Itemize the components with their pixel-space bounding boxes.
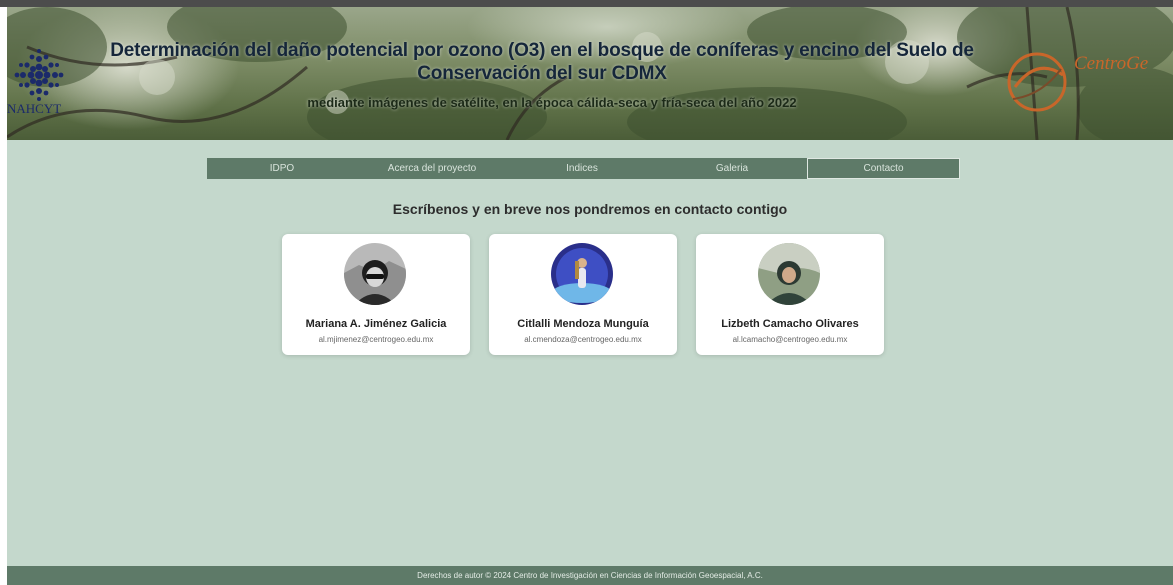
page: NAHCYT Determinación del daño potencial … <box>7 7 1173 585</box>
conahcyt-logo-text: NAHCYT <box>7 101 62 116</box>
contact-heading: Escríbenos y en breve nos pondremos en c… <box>392 201 788 217</box>
page-title: Determinación del daño potencial por ozo… <box>110 40 974 84</box>
avatar <box>344 243 406 305</box>
centrogeo-logo-text: CentroGe <box>1074 53 1149 74</box>
contact-card: Mariana A. Jiménez Galicia al.mjimenez@c… <box>282 234 470 355</box>
nav-item-galeria[interactable]: Galeria <box>657 158 807 179</box>
contact-card: Lizbeth Camacho Olivares al.lcamacho@cen… <box>696 234 884 355</box>
contact-email[interactable]: al.mjimenez@centrogeo.edu.mx <box>282 335 470 344</box>
header-banner: NAHCYT Determinación del daño potencial … <box>7 7 1173 140</box>
contact-email[interactable]: al.cmendoza@centrogeo.edu.mx <box>489 335 677 344</box>
copyright-text: Derechos de autor © 2024 Centro de Inves… <box>417 571 763 580</box>
page-subtitle: mediante imágenes de satélite, en la épo… <box>307 95 797 110</box>
contact-cards: Mariana A. Jiménez Galicia al.mjimenez@c… <box>282 234 902 356</box>
avatar <box>758 243 820 305</box>
nav-item-indices[interactable]: Indices <box>507 158 657 179</box>
contact-name: Lizbeth Camacho Olivares <box>721 318 859 330</box>
contact-name: Mariana A. Jiménez Galicia <box>305 318 447 330</box>
nav-item-contacto[interactable]: Contacto <box>807 158 960 179</box>
nav-item-acerca[interactable]: Acerca del proyecto <box>357 158 507 179</box>
contact-name: Citlalli Mendoza Munguía <box>517 318 649 330</box>
contact-card: Citlalli Mendoza Munguía al.cmendoza@cen… <box>489 234 677 355</box>
nav-item-idpo[interactable]: IDPO <box>207 158 357 179</box>
footer: Derechos de autor © 2024 Centro de Inves… <box>7 566 1173 585</box>
contact-email[interactable]: al.lcamacho@centrogeo.edu.mx <box>696 335 884 344</box>
top-border <box>0 0 1173 7</box>
main-navigation: IDPO Acerca del proyecto Indices Galeria… <box>207 158 960 179</box>
avatar <box>551 243 613 305</box>
